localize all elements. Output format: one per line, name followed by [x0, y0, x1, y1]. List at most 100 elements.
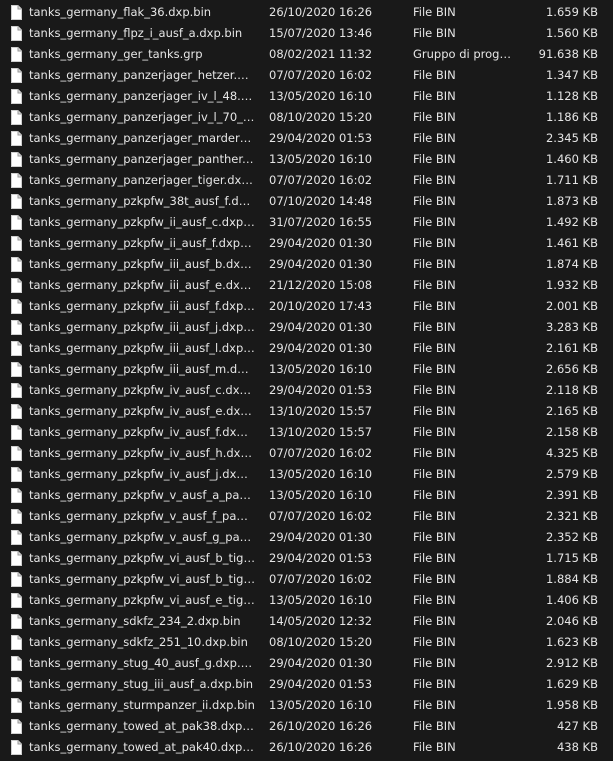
file-modified-date: 29/04/2020 01:53 — [269, 131, 373, 145]
file-row[interactable]: tanks_germany_pzkpfw_iv_ausf_e.dxp.bin 1… — [0, 401, 613, 422]
file-row[interactable]: tanks_germany_pzkpfw_vi_ausf_b_tiger_h..… — [0, 569, 613, 590]
file-size: 2.165 KB — [545, 404, 598, 418]
file-modified-date: 13/05/2020 16:10 — [269, 467, 373, 481]
file-size: 4.325 KB — [545, 446, 598, 460]
file-icon — [11, 257, 22, 272]
file-size: 2.161 KB — [545, 341, 598, 355]
file-name: tanks_germany_stug_40_ausf_g.dxp.bin — [29, 656, 255, 670]
file-modified-date: 29/04/2020 01:30 — [269, 341, 373, 355]
file-type: File BIN — [413, 152, 456, 166]
file-size: 1.460 KB — [545, 152, 598, 166]
file-type: File BIN — [413, 236, 456, 250]
file-row[interactable]: tanks_germany_pzkpfw_iii_ausf_f.dxp.bin … — [0, 296, 613, 317]
file-row[interactable]: tanks_germany_towed_at_pak38.dxp.bin 26/… — [0, 716, 613, 737]
file-row[interactable]: tanks_germany_pzkpfw_iii_ausf_m.dxp.bin … — [0, 359, 613, 380]
file-type: File BIN — [413, 677, 456, 691]
file-size: 1.715 KB — [545, 551, 598, 565]
file-row[interactable]: tanks_germany_pzkpfw_iii_ausf_j.dxp.bin … — [0, 317, 613, 338]
file-row[interactable]: tanks_germany_pzkpfw_v_ausf_g_panthe... … — [0, 527, 613, 548]
file-name: tanks_germany_pzkpfw_v_ausf_a_panthe... — [29, 488, 255, 502]
file-name: tanks_germany_pzkpfw_iii_ausf_b.dxp.bin — [29, 257, 255, 271]
file-row[interactable]: tanks_germany_pzkpfw_38t_ausf_f.dxp.bin … — [0, 191, 613, 212]
file-modified-date: 07/10/2020 14:48 — [269, 194, 373, 208]
file-row[interactable]: tanks_germany_panzerjager_iv_l_70_a.dx..… — [0, 107, 613, 128]
file-row[interactable]: tanks_germany_pzkpfw_iii_ausf_b.dxp.bin … — [0, 254, 613, 275]
file-name: tanks_germany_pzkpfw_iv_ausf_e.dxp.bin — [29, 404, 255, 418]
file-row[interactable]: tanks_germany_pzkpfw_iv_ausf_j.dxp.bin 1… — [0, 464, 613, 485]
file-row[interactable]: tanks_germany_flpz_i_ausf_a.dxp.bin 15/0… — [0, 23, 613, 44]
file-row[interactable]: tanks_germany_pzkpfw_iv_ausf_h.dxp.bin 0… — [0, 443, 613, 464]
file-icon — [11, 719, 22, 734]
file-row[interactable]: tanks_germany_pzkpfw_iii_ausf_e.dxp.bin … — [0, 275, 613, 296]
file-modified-date: 29/04/2020 01:53 — [269, 551, 373, 565]
file-name: tanks_germany_sdkfz_251_10.dxp.bin — [29, 635, 248, 649]
file-modified-date: 29/04/2020 01:30 — [269, 320, 373, 334]
file-type: File BIN — [413, 68, 456, 82]
file-row[interactable]: tanks_germany_pzkpfw_vi_ausf_e_tiger.d..… — [0, 590, 613, 611]
file-icon — [11, 236, 22, 251]
file-row[interactable]: tanks_germany_panzerjager_iv_l_48.dxp...… — [0, 86, 613, 107]
file-row[interactable]: tanks_germany_panzerjager_hetzer.dxp.bin… — [0, 65, 613, 86]
file-size: 2.391 KB — [545, 488, 598, 502]
file-size: 1.461 KB — [545, 236, 598, 250]
file-size: 2.579 KB — [545, 467, 598, 481]
file-size: 1.884 KB — [545, 572, 598, 586]
file-icon — [11, 152, 22, 167]
file-row[interactable]: tanks_germany_towed_at_pak40.dxp.bin 26/… — [0, 737, 613, 758]
file-size: 1.623 KB — [545, 635, 598, 649]
file-row[interactable]: tanks_germany_panzerjager_marder_iii.d..… — [0, 128, 613, 149]
file-row[interactable]: tanks_germany_pzkpfw_vi_ausf_b_tiger.d..… — [0, 548, 613, 569]
file-row[interactable]: tanks_germany_pzkpfw_iii_ausf_l.dxp.bin … — [0, 338, 613, 359]
file-name: tanks_germany_pzkpfw_iv_ausf_h.dxp.bin — [29, 446, 255, 460]
file-size: 1.629 KB — [545, 677, 598, 691]
file-size: 1.932 KB — [545, 278, 598, 292]
file-type: File BIN — [413, 656, 456, 670]
file-row[interactable]: tanks_germany_pzkpfw_ii_ausf_c.dxp.bin 3… — [0, 212, 613, 233]
file-size: 91.638 KB — [538, 47, 598, 61]
file-icon — [11, 551, 22, 566]
file-row[interactable]: tanks_germany_stug_iii_ausf_a.dxp.bin 29… — [0, 674, 613, 695]
file-icon — [11, 173, 22, 188]
file-type: File BIN — [413, 635, 456, 649]
file-row[interactable]: tanks_germany_ger_tanks.grp 08/02/2021 1… — [0, 44, 613, 65]
file-type: File BIN — [413, 572, 456, 586]
file-name: tanks_germany_flak_36.dxp.bin — [29, 5, 212, 19]
file-name: tanks_germany_pzkpfw_vi_ausf_b_tiger_h..… — [29, 572, 255, 586]
file-size: 1.873 KB — [545, 194, 598, 208]
file-type: File BIN — [413, 551, 456, 565]
file-row[interactable]: tanks_germany_pzkpfw_ii_ausf_f.dxp.bin 2… — [0, 233, 613, 254]
file-type: File BIN — [413, 467, 456, 481]
file-row[interactable]: tanks_germany_pzkpfw_iv_ausf_f.dxp.bin 1… — [0, 422, 613, 443]
file-icon — [11, 488, 22, 503]
file-modified-date: 13/05/2020 16:10 — [269, 362, 373, 376]
file-type: File BIN — [413, 131, 456, 145]
file-row[interactable]: tanks_germany_pzkpfw_iv_ausf_c.dxp.bin 2… — [0, 380, 613, 401]
file-icon — [11, 404, 22, 419]
file-row[interactable]: tanks_germany_sdkfz_251_10.dxp.bin 08/10… — [0, 632, 613, 653]
file-row[interactable]: tanks_germany_sturmpanzer_ii.dxp.bin 13/… — [0, 695, 613, 716]
file-type: File BIN — [413, 425, 456, 439]
file-row[interactable]: tanks_germany_flak_36.dxp.bin 26/10/2020… — [0, 2, 613, 23]
file-modified-date: 21/12/2020 15:08 — [269, 278, 373, 292]
file-modified-date: 29/04/2020 01:30 — [269, 236, 373, 250]
file-size: 2.656 KB — [545, 362, 598, 376]
file-row[interactable]: tanks_germany_pzkpfw_v_ausf_a_panthe... … — [0, 485, 613, 506]
file-name: tanks_germany_panzerjager_hetzer.dxp.bin — [29, 68, 255, 82]
file-type: File BIN — [413, 215, 456, 229]
file-row[interactable]: tanks_germany_panzerjager_panther.dxp...… — [0, 149, 613, 170]
file-type: File BIN — [413, 614, 456, 628]
file-name: tanks_germany_stug_iii_ausf_a.dxp.bin — [29, 677, 254, 691]
file-size: 1.128 KB — [545, 89, 598, 103]
file-size: 438 KB — [556, 740, 598, 754]
file-row[interactable]: tanks_germany_stug_40_ausf_g.dxp.bin 29/… — [0, 653, 613, 674]
file-row[interactable]: tanks_germany_pzkpfw_v_ausf_f_panther...… — [0, 506, 613, 527]
file-icon — [11, 68, 22, 83]
file-size: 2.046 KB — [545, 614, 598, 628]
file-type: File BIN — [413, 5, 456, 19]
file-type: File BIN — [413, 530, 456, 544]
file-row[interactable]: tanks_germany_sdkfz_234_2.dxp.bin 14/05/… — [0, 611, 613, 632]
file-row[interactable]: tanks_germany_panzerjager_tiger.dxp.bin … — [0, 170, 613, 191]
file-name: tanks_germany_pzkpfw_ii_ausf_c.dxp.bin — [29, 215, 255, 229]
file-icon — [11, 446, 22, 461]
file-name: tanks_germany_pzkpfw_vi_ausf_b_tiger.d..… — [29, 551, 255, 565]
